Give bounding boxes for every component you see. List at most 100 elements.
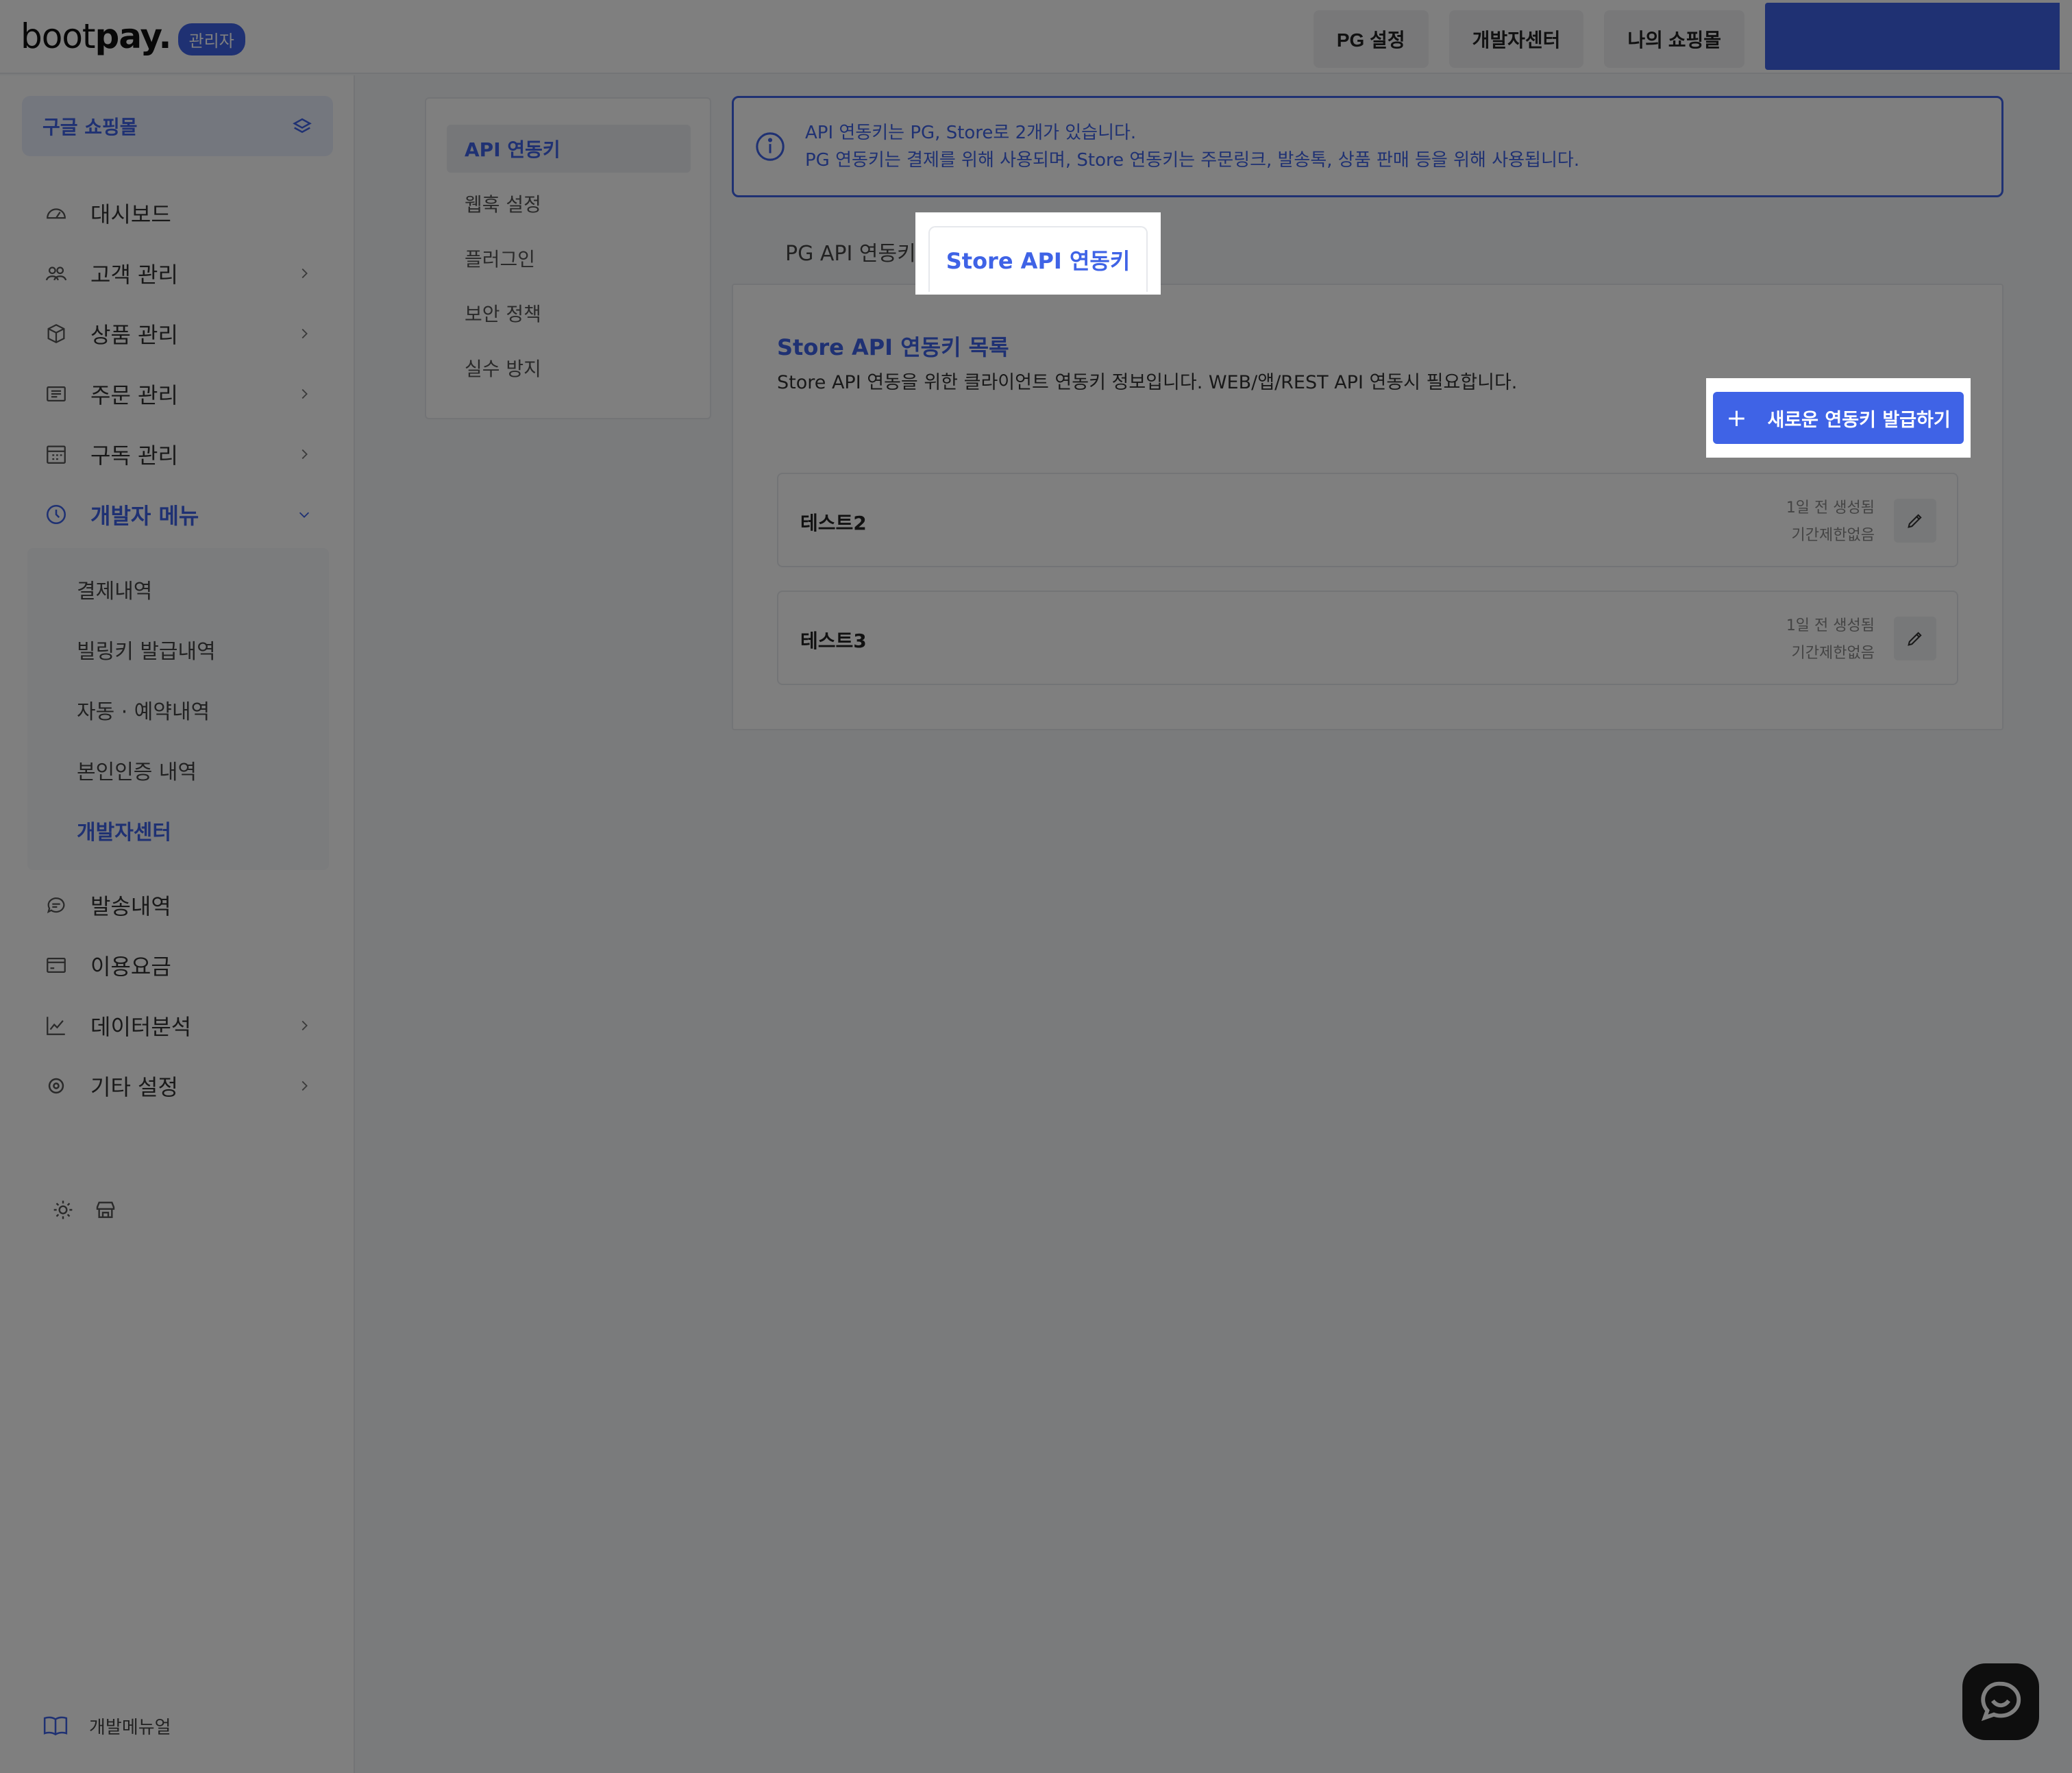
sidebar-utility-icons	[52, 1199, 116, 1221]
sidebar-item-other-settings[interactable]: 기타 설정	[22, 1062, 333, 1110]
message-icon	[42, 891, 70, 919]
sidebar-item-products[interactable]: 상품 관리	[22, 310, 333, 358]
new-key-button-label: 새로운 연동키 발급하기	[1767, 409, 1951, 431]
chevron-right-icon	[296, 386, 312, 402]
store-icon[interactable]	[95, 1199, 116, 1221]
admin-badge: 관리자	[177, 23, 245, 55]
chat-icon	[1977, 1678, 2025, 1726]
api-key-expiry: 기간제한없음	[1791, 645, 1875, 662]
api-key-meta: 1일 전 생성됨 기간제한없음	[1786, 612, 1875, 667]
clock-icon	[42, 501, 70, 528]
sidebar-item-label: 발송내역	[90, 893, 171, 919]
sidebar-item-developer-menu[interactable]: 개발자 메뉴	[22, 491, 333, 538]
settings-subnav: API 연동키 웹훅 설정 플러그인 보안 정책 실수 방지	[425, 97, 711, 419]
sidebar-item-analytics[interactable]: 데이터분석	[22, 1002, 333, 1050]
sidebar-item-label: 대시보드	[90, 201, 171, 227]
dashboard-icon	[42, 199, 70, 227]
sidebar-item-label: 이용요금	[90, 954, 171, 980]
submenu-item-developer-center[interactable]: 개발자센터	[77, 810, 171, 851]
chart-icon	[42, 1012, 70, 1039]
submenu-item-billing-keys[interactable]: 빌링키 발급내역	[77, 629, 216, 670]
api-key-name: 테스트2	[800, 512, 867, 534]
tab-store-spotlight: Store API 연동키	[915, 212, 1161, 295]
submenu-item-payments[interactable]: 결제내역	[77, 569, 152, 610]
layers-icon	[292, 116, 312, 136]
store-selector[interactable]: 구글 쇼핑몰	[22, 96, 333, 156]
panel-description: Store API 연동을 위한 클라이언트 연동키 정보입니다. WEB/앱/…	[777, 372, 1518, 393]
developer-submenu: 결제내역 빌링키 발급내역 자동 · 예약내역 본인인증 내역 개발자센터	[27, 548, 329, 870]
chevron-right-icon	[296, 265, 312, 282]
new-key-button[interactable]: + 새로운 연동키 발급하기	[1713, 392, 1964, 444]
sidebar-item-messages[interactable]: 발송내역	[22, 881, 333, 929]
sidebar-item-dashboard[interactable]: 대시보드	[22, 189, 333, 237]
subnav-item-api-keys[interactable]: API 연동키	[447, 125, 691, 173]
sidebar-item-label: 주문 관리	[90, 382, 178, 408]
top-nav: PG 설정 개발자센터 나의 쇼핑몰	[1313, 3, 2072, 70]
book-icon	[42, 1713, 69, 1739]
developer-center-button[interactable]: 개발자센터	[1448, 10, 1584, 68]
sidebar-item-label: 고객 관리	[90, 262, 178, 288]
chevron-right-icon	[296, 446, 312, 462]
plus-icon: +	[1726, 404, 1747, 432]
info-line-1: API 연동키는 PG, Store로 2개가 있습니다.	[805, 123, 1137, 143]
subnav-item-webhook[interactable]: 웹훅 설정	[447, 179, 691, 227]
panel-title: Store API 연동키 목록	[777, 334, 1009, 360]
submenu-item-auto-reservations[interactable]: 자동 · 예약내역	[77, 689, 210, 730]
my-shop-button[interactable]: 나의 쇼핑몰	[1604, 10, 1744, 68]
top-header: bootpay. 관리자 PG 설정 개발자센터 나의 쇼핑몰	[0, 0, 2072, 74]
list-icon	[42, 380, 70, 408]
store-api-key-panel: Store API 연동키 목록 Store API 연동을 위한 클라이언트 …	[732, 284, 2003, 730]
logo[interactable]: bootpay. 관리자	[21, 12, 245, 60]
developer-manual-link[interactable]: 개발메뉴얼	[42, 1713, 171, 1739]
sidebar-item-label: 개발자 메뉴	[90, 503, 199, 529]
submenu-item-identity-verification[interactable]: 본인인증 내역	[77, 749, 197, 791]
box-icon	[42, 320, 70, 347]
api-key-name: 테스트3	[800, 630, 867, 652]
chevron-down-icon	[296, 506, 312, 523]
chevron-right-icon	[296, 1078, 312, 1094]
gear-icon	[42, 1072, 70, 1100]
card-icon	[42, 952, 70, 979]
calendar-icon	[42, 441, 70, 468]
sidebar-item-label: 상품 관리	[90, 322, 178, 348]
users-icon	[42, 260, 70, 287]
sidebar-item-billing[interactable]: 이용요금	[22, 941, 333, 989]
info-icon	[754, 131, 786, 162]
subnav-item-security-policy[interactable]: 보안 정책	[447, 289, 691, 337]
new-key-spotlight: + 새로운 연동키 발급하기	[1706, 378, 1971, 458]
edit-key-button[interactable]	[1894, 499, 1936, 543]
sidebar-item-label: 구독 관리	[90, 443, 178, 469]
chevron-right-icon	[296, 1017, 312, 1034]
api-key-created: 1일 전 생성됨	[1786, 617, 1875, 634]
subnav-item-mistake-prevention[interactable]: 실수 방지	[447, 344, 691, 392]
chevron-right-icon	[296, 325, 312, 342]
sidebar-item-customers[interactable]: 고객 관리	[22, 249, 333, 297]
tab-store-api-key[interactable]: Store API 연동키	[928, 226, 1148, 292]
store-name: 구글 쇼핑몰	[42, 116, 138, 138]
subnav-item-plugins[interactable]: 플러그인	[447, 234, 691, 282]
api-key-row[interactable]: 테스트3 1일 전 생성됨 기간제한없음	[777, 591, 1958, 685]
primary-action-button[interactable]	[1765, 3, 2060, 70]
api-key-row[interactable]: 테스트2 1일 전 생성됨 기간제한없음	[777, 473, 1958, 567]
info-line-2: PG 연동키는 결제를 위해 사용되며, Store 연동키는 주문링크, 발송…	[805, 150, 1580, 171]
edit-key-button[interactable]	[1894, 617, 1936, 660]
api-key-meta: 1일 전 생성됨 기간제한없음	[1786, 495, 1875, 549]
developer-manual-label: 개발메뉴얼	[89, 1717, 171, 1738]
sidebar-item-label: 기타 설정	[90, 1074, 178, 1100]
app-root: bootpay. 관리자 PG 설정 개발자센터 나의 쇼핑몰 구글 쇼핑몰 대…	[0, 0, 2072, 1773]
api-key-expiry: 기간제한없음	[1791, 527, 1875, 544]
sidebar-item-subscriptions[interactable]: 구독 관리	[22, 430, 333, 478]
pencil-icon	[1906, 629, 1925, 648]
info-text: API 연동키는 PG, Store로 2개가 있습니다. PG 연동키는 결제…	[805, 119, 1579, 174]
pencil-icon	[1906, 511, 1925, 530]
sidebar-item-label: 데이터분석	[90, 1014, 192, 1040]
sidebar-item-orders[interactable]: 주문 관리	[22, 370, 333, 418]
info-notice: API 연동키는 PG, Store로 2개가 있습니다. PG 연동키는 결제…	[732, 96, 2003, 197]
sun-icon[interactable]	[52, 1199, 74, 1221]
pg-settings-button[interactable]: PG 설정	[1313, 10, 1429, 68]
tab-pg-api-key[interactable]: PG API 연동키	[785, 233, 916, 270]
sidebar: 구글 쇼핑몰 대시보드 고객 관리 상품 관리 주문 관리 구독 관리 개발자 …	[0, 75, 355, 1773]
logo-text: bootpay.	[21, 16, 172, 56]
api-key-created: 1일 전 생성됨	[1786, 499, 1875, 517]
chat-support-button[interactable]	[1962, 1663, 2039, 1740]
